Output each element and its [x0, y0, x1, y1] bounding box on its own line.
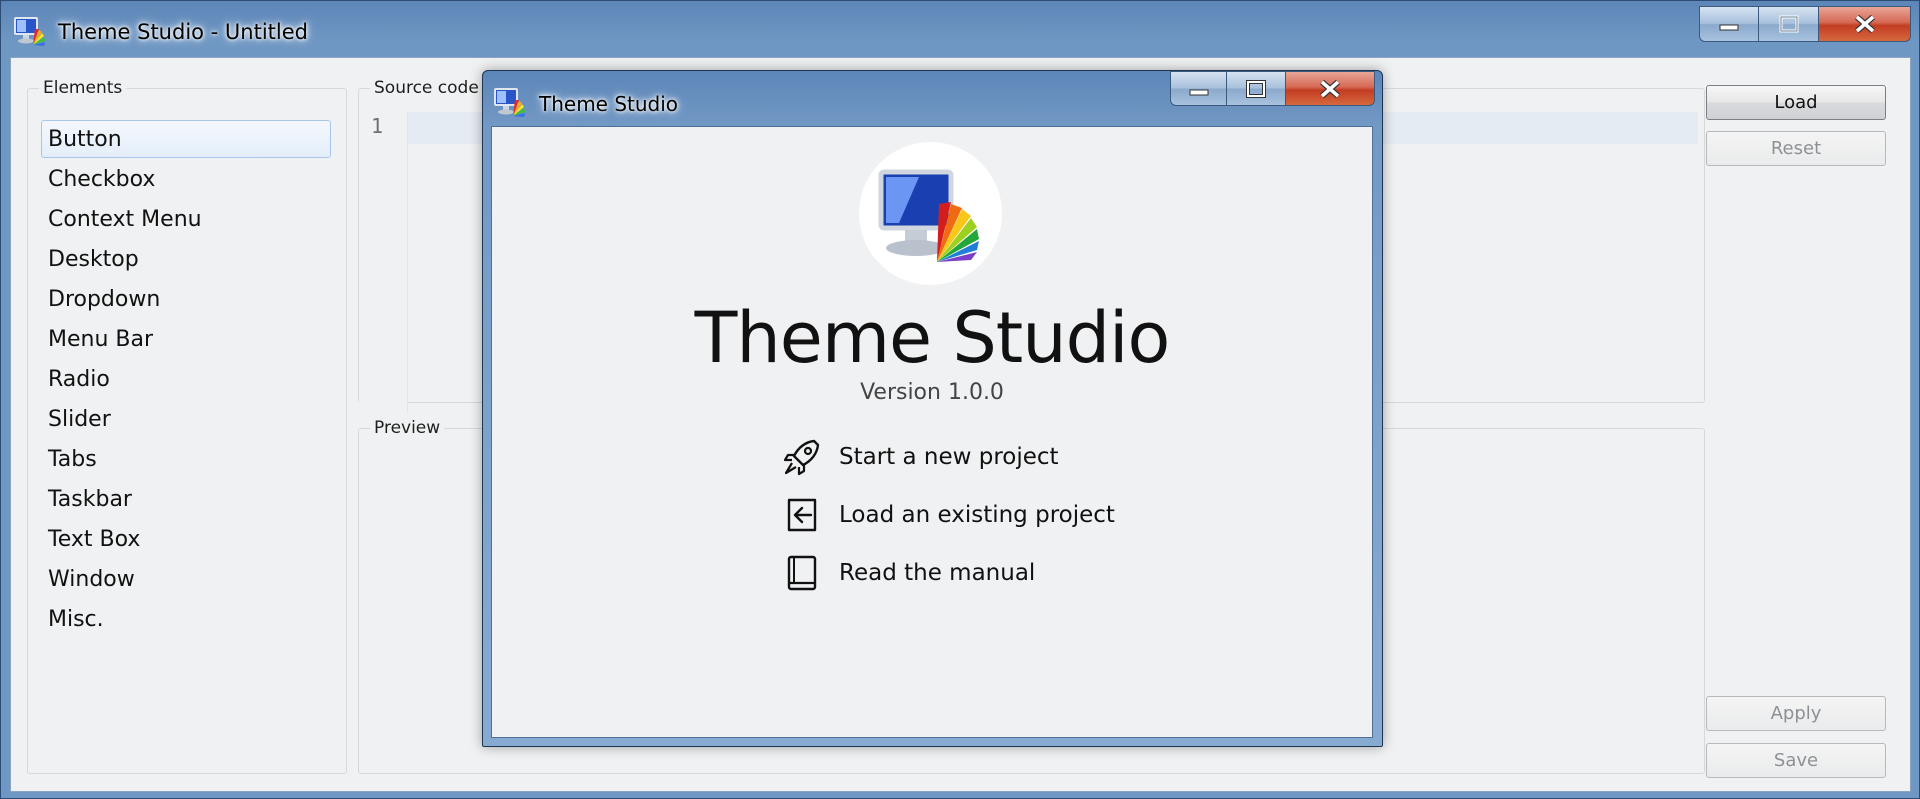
line-number: 1 — [371, 114, 384, 138]
reset-button[interactable]: Reset — [1706, 131, 1886, 166]
version-text: Version 1.0.0 — [860, 380, 1004, 405]
close-icon — [1854, 14, 1875, 34]
maximize-button[interactable] — [1759, 6, 1819, 42]
dialog-close-button[interactable] — [1286, 71, 1375, 106]
elements-group: Elements Button Checkbox Context Menu De… — [27, 78, 347, 774]
minimize-icon — [1719, 24, 1739, 31]
read-manual-link[interactable]: Read the manual — [781, 551, 1035, 595]
preview-legend: Preview — [374, 418, 441, 438]
main-titlebar[interactable]: Theme Studio - Untitled — [1, 1, 1919, 57]
dialog-minimize-button[interactable] — [1170, 71, 1227, 106]
element-item-context-menu[interactable]: Context Menu — [41, 200, 331, 238]
start-new-project-link[interactable]: Start a new project — [781, 435, 1059, 479]
element-item-button[interactable]: Button — [41, 120, 331, 158]
theme-studio-icon — [494, 88, 525, 117]
theme-studio-icon — [14, 17, 45, 46]
maximize-icon — [1246, 79, 1266, 98]
dialog-caption-buttons — [1170, 71, 1375, 106]
source-code-legend: Source code — [374, 78, 479, 98]
element-item-tabs[interactable]: Tabs — [41, 440, 331, 478]
read-manual-label: Read the manual — [839, 560, 1036, 586]
element-item-text-box[interactable]: Text Box — [41, 520, 331, 558]
element-item-desktop[interactable]: Desktop — [41, 240, 331, 278]
apply-button[interactable]: Apply — [1706, 696, 1886, 731]
element-item-misc[interactable]: Misc. — [41, 600, 331, 638]
element-item-radio[interactable]: Radio — [41, 360, 331, 398]
close-icon — [1320, 79, 1340, 98]
element-item-dropdown[interactable]: Dropdown — [41, 280, 331, 318]
elements-legend: Elements — [43, 78, 123, 98]
element-item-slider[interactable]: Slider — [41, 400, 331, 438]
element-item-menu-bar[interactable]: Menu Bar — [41, 320, 331, 358]
welcome-dialog: Theme Studio Theme Studio Version 1.0.0 … — [482, 70, 1383, 747]
save-button[interactable]: Save — [1706, 743, 1886, 778]
window-caption-buttons — [1699, 6, 1911, 43]
close-button[interactable] — [1819, 6, 1911, 42]
elements-list[interactable]: Button Checkbox Context Menu Desktop Dro… — [41, 120, 331, 640]
element-item-window[interactable]: Window — [41, 560, 331, 598]
dialog-client-area: Theme Studio Version 1.0.0 Start a new p… — [491, 126, 1373, 738]
import-icon — [787, 498, 817, 532]
dialog-heading: Theme Studio — [694, 297, 1171, 379]
book-icon — [787, 555, 817, 591]
load-button[interactable]: Load — [1706, 85, 1886, 120]
load-existing-project-label: Load an existing project — [839, 502, 1115, 528]
maximize-icon — [1779, 15, 1798, 33]
minimize-icon — [1189, 89, 1208, 95]
start-new-project-label: Start a new project — [839, 444, 1059, 470]
line-number-gutter: 1 — [359, 112, 408, 413]
dialog-maximize-button[interactable] — [1227, 71, 1286, 106]
app-logo — [859, 142, 1002, 285]
element-item-checkbox[interactable]: Checkbox — [41, 160, 331, 198]
rocket-icon — [783, 439, 820, 476]
minimize-button[interactable] — [1699, 6, 1759, 42]
window-title: Theme Studio - Untitled — [58, 20, 308, 44]
element-item-taskbar[interactable]: Taskbar — [41, 480, 331, 518]
load-existing-project-link[interactable]: Load an existing project — [781, 493, 1115, 537]
theme-studio-logo-icon — [878, 169, 979, 262]
dialog-title: Theme Studio — [539, 92, 679, 116]
